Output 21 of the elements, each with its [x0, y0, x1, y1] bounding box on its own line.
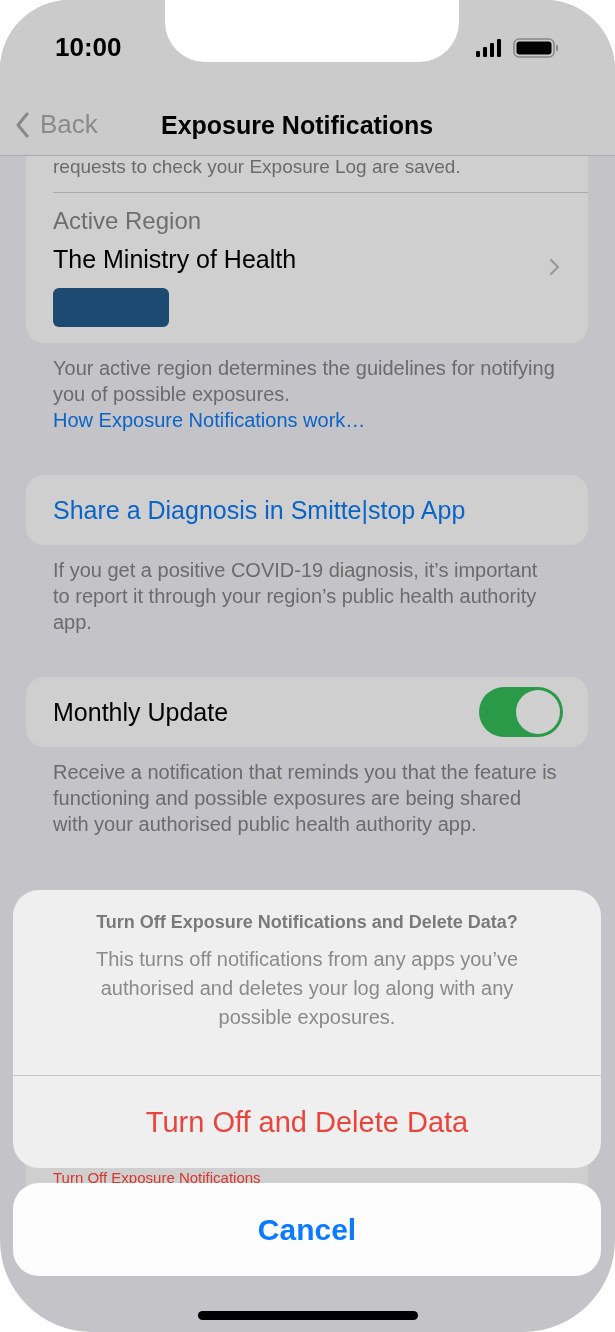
battery-icon [513, 37, 559, 58]
nav-title: Exposure Notifications [161, 110, 434, 140]
chevron-left-icon [15, 111, 30, 138]
chevron-right-icon [549, 258, 560, 276]
cancel-button[interactable]: Cancel [13, 1183, 601, 1276]
share-diagnosis-button[interactable]: Share a Diagnosis in Smitte|stop App [26, 475, 588, 545]
share-footer: If you get a positive COVID-19 diagnosis, it’s important to report it through your region’s public health authority app. [53, 557, 588, 635]
status-time: 10:00 [55, 32, 122, 63]
signal-icon [476, 38, 501, 57]
monthly-update-label: Monthly Update [53, 697, 229, 727]
region-note: requests to check your Exposure Log are saved. [53, 156, 462, 179]
toggle-switch[interactable] [479, 687, 563, 737]
monthly-update-footer: Receive a notification that reminds you that the feature is functioning and possible exposures are being shared with your authorised public health authority app. [53, 759, 588, 837]
region-label: Active Region [53, 207, 203, 235]
how-it-works-link[interactable]: How Exposure Notifications work… [53, 409, 366, 431]
region-value: The Ministry of Health [53, 245, 298, 274]
sheet-title: Turn Off Exposure Notifications and Delete Data? [95, 912, 519, 933]
region-footer: Your active region determines the guidelines for notifying you of possible exposures. How Exposure Notifications work… [53, 355, 588, 433]
sheet-message: This turns off notifications from any apps you’ve authorised and deletes your log along with any possible exposures. [94, 947, 520, 1030]
back-button[interactable]: Back [15, 109, 98, 140]
region-row[interactable]: Active Region The Ministry of Health [53, 193, 588, 327]
